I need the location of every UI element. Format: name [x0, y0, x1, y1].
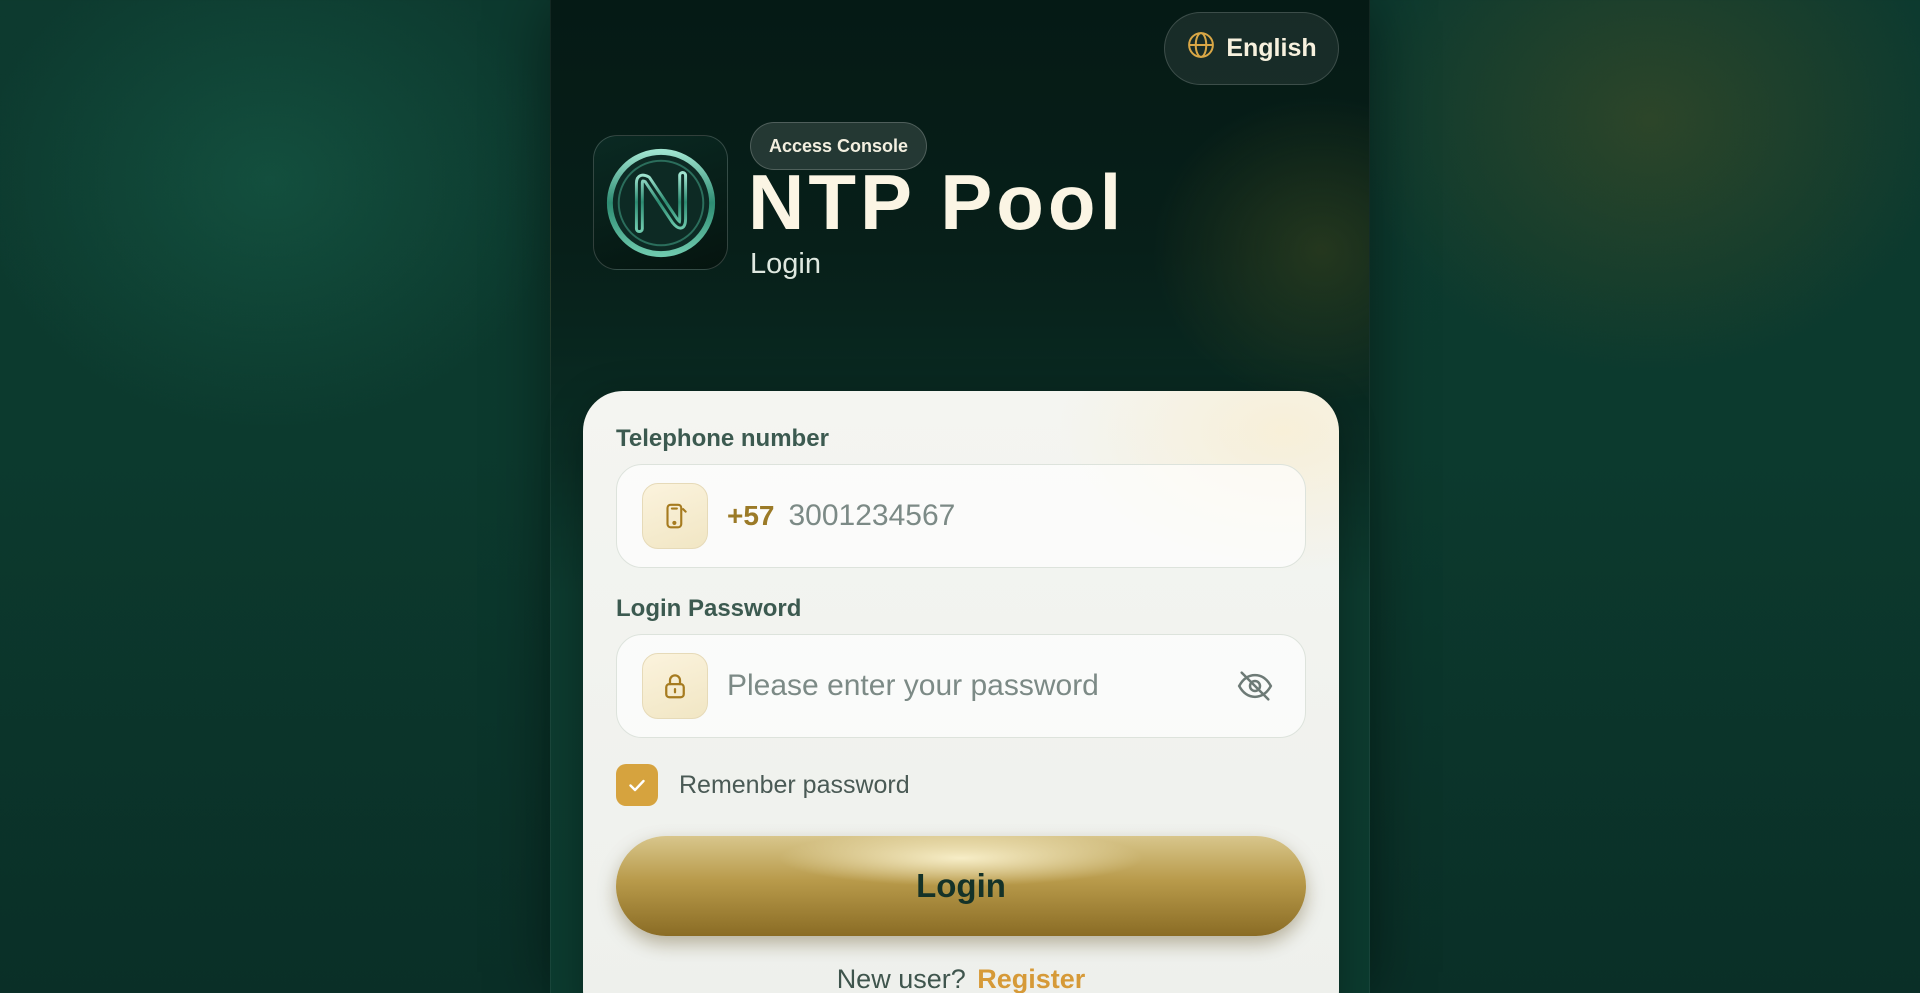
password-label: Login Password	[616, 595, 802, 622]
phone-field[interactable]: +57	[616, 464, 1306, 568]
app-container: English Access Console NTP Pool Login Te…	[550, 0, 1370, 993]
phone-icon	[642, 483, 708, 549]
password-field[interactable]	[616, 634, 1306, 738]
app-title: NTP Pool	[748, 158, 1126, 246]
globe-icon	[1186, 30, 1216, 67]
language-button[interactable]: English	[1164, 12, 1339, 85]
register-prompt: New user? Register	[583, 964, 1339, 993]
lock-icon	[642, 653, 708, 719]
new-user-text: New user?	[836, 964, 966, 993]
country-code[interactable]: +57	[727, 500, 775, 532]
phone-label: Telephone number	[616, 425, 829, 452]
password-input[interactable]	[727, 669, 1207, 703]
page-subtitle: Login	[750, 248, 821, 280]
check-icon	[625, 773, 649, 797]
register-link[interactable]: Register	[977, 964, 1085, 993]
remember-checkbox[interactable]	[616, 764, 658, 806]
login-card: Telephone number +57 Login Password	[583, 391, 1339, 993]
app-logo	[593, 135, 728, 270]
login-button[interactable]: Login	[616, 836, 1306, 936]
remember-label[interactable]: Remenber password	[679, 771, 910, 800]
language-label: English	[1226, 34, 1317, 62]
eye-off-icon[interactable]	[1235, 666, 1275, 706]
remember-row: Remenber password	[616, 764, 910, 806]
phone-input[interactable]	[788, 499, 1209, 533]
